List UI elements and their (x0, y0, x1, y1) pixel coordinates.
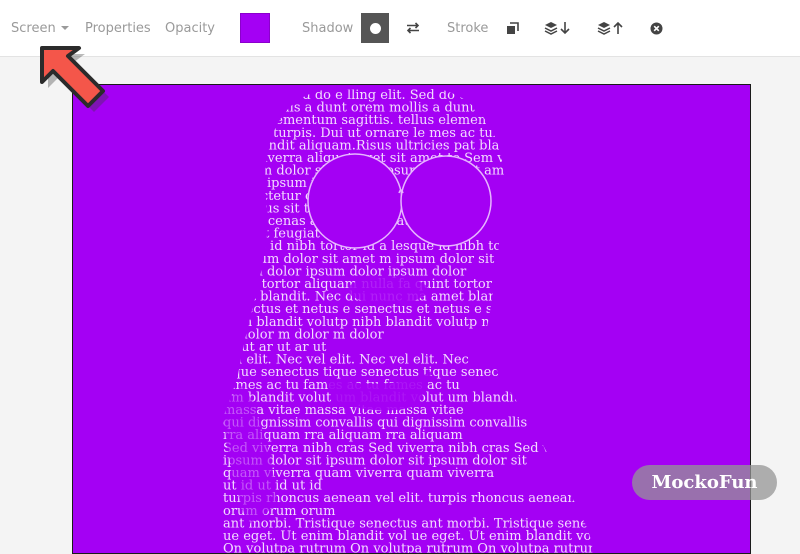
shadow-label: Shadow (302, 20, 354, 36)
toolbar: Screen Properties Opacity Shadow Stroke (0, 0, 800, 57)
chevron-down-icon (60, 26, 69, 30)
stroke-button[interactable]: Stroke (447, 0, 488, 56)
layers-up-icon (597, 21, 623, 35)
fill-color-swatch[interactable] (240, 13, 270, 43)
shadow-toggle-button[interactable] (361, 13, 389, 43)
duplicate-button[interactable] (503, 14, 521, 42)
bring-forward-button[interactable] (594, 14, 628, 42)
blend-mode-label: Screen (11, 20, 56, 36)
mouth-shadow (348, 276, 428, 304)
pointer-arrow-icon (40, 46, 109, 112)
duplicate-icon (506, 21, 519, 34)
swap-button[interactable] (402, 14, 424, 42)
circle-icon (369, 22, 381, 34)
send-backward-button[interactable] (541, 14, 575, 42)
mockofun-watermark: MockoFun (632, 465, 777, 500)
close-circle-icon (650, 22, 662, 34)
portrait-text-line: On volutpa rutrum On volutpa rutrum On v… (223, 542, 600, 554)
opacity-button[interactable]: Opacity (165, 0, 215, 56)
delete-button[interactable] (647, 14, 665, 42)
layers-down-icon (544, 22, 570, 35)
swap-arrows-icon (406, 22, 420, 34)
